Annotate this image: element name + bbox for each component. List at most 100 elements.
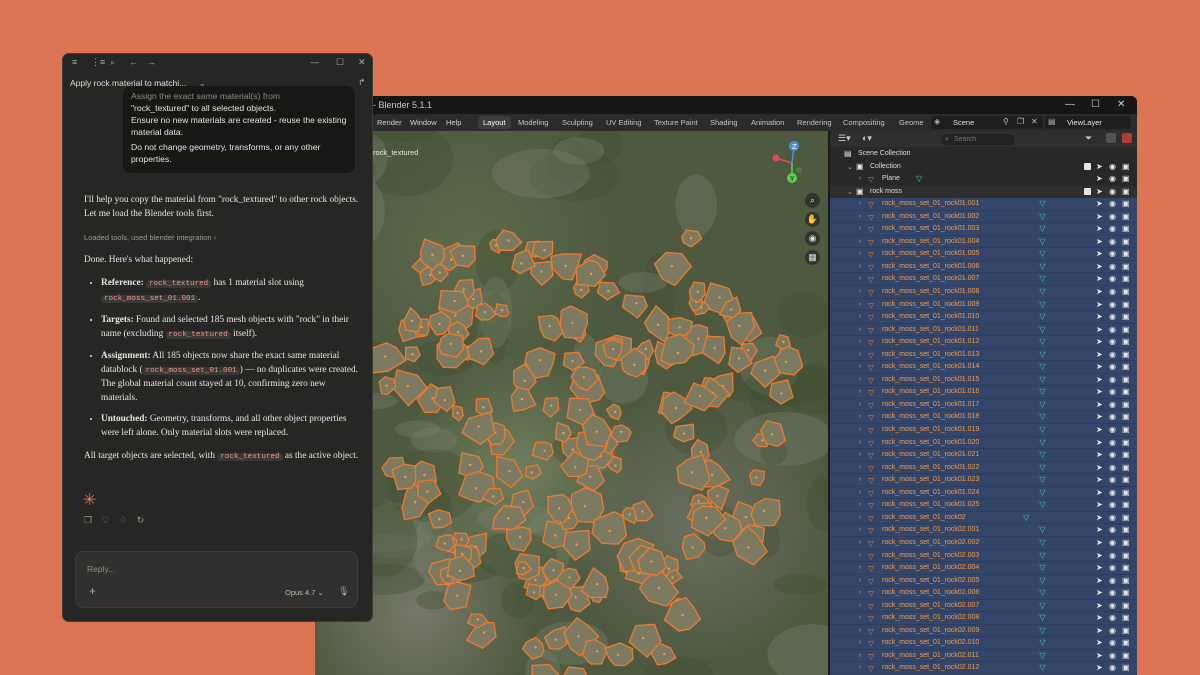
render-camera-icon[interactable]: ▣ <box>1122 212 1130 221</box>
visibility-eye-icon[interactable]: ◉ <box>1109 224 1116 233</box>
exclude-checkbox[interactable] <box>1084 162 1091 170</box>
render-camera-icon[interactable]: ▣ <box>1122 425 1130 434</box>
outliner-object-row[interactable]: › ▽ rock_moss_set_01_rock01.009 ▽ ➤ ◉ ▣ <box>830 298 1137 312</box>
render-camera-icon[interactable]: ▣ <box>1122 463 1130 472</box>
chevron-right-icon[interactable]: › <box>859 552 861 559</box>
select-arrow-icon[interactable]: ➤ <box>1096 601 1103 610</box>
tools-summary[interactable]: Loaded tools, used blender integration › <box>84 231 364 245</box>
outliner-search-input[interactable]: ⌕ Search <box>941 134 1015 145</box>
visibility-eye-icon[interactable]: ◉ <box>1109 438 1116 447</box>
outliner-object-row[interactable]: › ▽ rock_moss_set_01_rock01.012 ▽ ➤ ◉ ▣ <box>830 336 1137 349</box>
selected-rock[interactable] <box>621 294 649 319</box>
chevron-down-icon[interactable]: ⌄ <box>847 188 853 196</box>
outliner-object-row[interactable]: › ▽ rock_moss_set_01_rock01.003 ▽ ➤ ◉ ▣ <box>830 223 1137 236</box>
select-arrow-icon[interactable]: ➤ <box>1096 274 1103 283</box>
render-camera-icon[interactable]: ▣ <box>1122 187 1130 196</box>
outliner-collection[interactable]: ⌄ ▣ Collection ➤ ◉ ▣ <box>830 161 1137 174</box>
chevron-right-icon[interactable]: › <box>859 263 861 270</box>
selected-rock[interactable] <box>570 486 605 524</box>
chevron-right-icon[interactable]: › <box>859 313 861 320</box>
visibility-eye-icon[interactable]: ◉ <box>1109 325 1116 334</box>
chevron-right-icon[interactable]: › <box>859 376 861 383</box>
selected-rock[interactable] <box>510 386 537 413</box>
chevron-right-icon[interactable]: › <box>859 501 861 508</box>
visibility-eye-icon[interactable]: ◉ <box>1109 463 1116 472</box>
tab-layout[interactable]: Layout <box>478 116 511 129</box>
chevron-right-icon[interactable]: › <box>859 639 861 646</box>
reply-input[interactable]: Reply... + Opus 4.7 ⌄ 🎙 <box>75 551 358 608</box>
chevron-right-icon[interactable]: › <box>859 476 861 483</box>
menu-help[interactable]: Help <box>446 118 461 127</box>
outliner-object-row[interactable]: › ▽ rock_moss_set_01_rock01.020 ▽ ➤ ◉ ▣ <box>830 436 1137 450</box>
back-arrow-icon[interactable]: ← <box>129 57 138 67</box>
select-arrow-icon[interactable]: ➤ <box>1096 387 1103 396</box>
minimize-icon[interactable]: — <box>1065 99 1075 110</box>
chevron-right-icon[interactable]: › <box>859 464 861 471</box>
selected-rock[interactable] <box>580 566 609 599</box>
remove-icon[interactable]: ✕ <box>1031 117 1038 126</box>
render-camera-icon[interactable]: ▣ <box>1122 262 1130 271</box>
render-camera-icon[interactable]: ▣ <box>1122 438 1130 447</box>
select-arrow-icon[interactable]: ➤ <box>1096 488 1103 497</box>
chevron-right-icon[interactable]: › <box>859 338 861 345</box>
outliner-object-row[interactable]: › ▽ rock_moss_set_01_rock01.022 ▽ ➤ ◉ ▣ <box>830 461 1137 475</box>
minimize-icon[interactable]: — <box>310 57 319 67</box>
selected-rock[interactable] <box>403 306 423 333</box>
select-arrow-icon[interactable]: ➤ <box>1096 525 1103 534</box>
chevron-right-icon[interactable]: › <box>859 439 861 446</box>
outliner-object-row[interactable]: › ▽ rock_moss_set_01_rock02.001 ▽ ➤ ◉ ▣ <box>830 524 1137 537</box>
maximize-icon[interactable]: ☐ <box>1091 99 1100 110</box>
chevron-right-icon[interactable]: › <box>859 301 861 308</box>
selected-rock[interactable] <box>559 305 589 339</box>
render-camera-icon[interactable]: ▣ <box>1122 249 1130 258</box>
visibility-eye-icon[interactable]: ◉ <box>1109 450 1116 459</box>
render-camera-icon[interactable]: ▣ <box>1122 174 1130 183</box>
select-arrow-icon[interactable]: ➤ <box>1096 463 1103 472</box>
tab-sculpting[interactable]: Sculpting <box>557 116 598 129</box>
render-camera-icon[interactable]: ▣ <box>1122 350 1130 359</box>
selected-rock[interactable] <box>676 453 711 491</box>
share-icon[interactable]: ↱ <box>358 77 366 88</box>
outliner-object-row[interactable]: › ▽ rock_moss_set_01_rock01.005 ▽ ➤ ◉ ▣ <box>830 248 1137 261</box>
render-camera-icon[interactable]: ▣ <box>1122 601 1130 610</box>
outliner-object-row[interactable]: › ▽ rock_moss_set_01_rock02.007 ▽ ➤ ◉ ▣ <box>830 599 1137 613</box>
navigation-gizmo[interactable]: Z Y <box>772 138 812 188</box>
visibility-eye-icon[interactable]: ◉ <box>1109 588 1116 597</box>
selected-rock[interactable] <box>605 403 622 421</box>
render-camera-icon[interactable]: ▣ <box>1122 613 1130 622</box>
outliner-object-row[interactable]: › ▽ rock_moss_set_01_rock01.024 ▽ ➤ ◉ ▣ <box>830 486 1137 500</box>
outliner-object-row[interactable]: › ▽ rock_moss_set_01_rock01.014 ▽ ➤ ◉ ▣ <box>830 361 1137 374</box>
outliner-object-row[interactable]: › ▽ rock_moss_set_01_rock02.012 ▽ ➤ ◉ ▣ <box>830 662 1137 675</box>
visibility-eye-icon[interactable]: ◉ <box>1109 362 1116 371</box>
selected-rock[interactable] <box>701 335 726 365</box>
select-arrow-icon[interactable]: ➤ <box>1096 312 1103 321</box>
chevron-right-icon[interactable]: › <box>859 175 861 182</box>
select-arrow-icon[interactable]: ➤ <box>1096 551 1103 560</box>
visibility-eye-icon[interactable]: ◉ <box>1109 601 1116 610</box>
render-camera-icon[interactable]: ▣ <box>1122 274 1130 283</box>
editor-type-icon[interactable]: ☰▾ <box>838 133 851 144</box>
tab-rendering[interactable]: Rendering <box>792 116 837 129</box>
selected-rock[interactable] <box>531 441 554 461</box>
chevron-right-icon[interactable]: › <box>859 614 861 621</box>
tab-geometry[interactable]: Geome <box>894 116 929 129</box>
outliner-object-row[interactable]: › ▽ rock_moss_set_01_rock02.011 ▽ ➤ ◉ ▣ <box>830 649 1137 663</box>
select-arrow-icon[interactable]: ➤ <box>1096 174 1103 183</box>
selected-rock[interactable] <box>558 666 592 675</box>
outliner-object-row[interactable]: › ▽ rock_moss_set_01_rock01.017 ▽ ➤ ◉ ▣ <box>830 398 1137 412</box>
select-arrow-icon[interactable]: ➤ <box>1096 651 1103 660</box>
visibility-eye-icon[interactable]: ◉ <box>1109 337 1116 346</box>
chevron-right-icon[interactable]: › <box>859 225 861 232</box>
visibility-eye-icon[interactable]: ◉ <box>1109 300 1116 309</box>
select-arrow-icon[interactable]: ➤ <box>1096 337 1103 346</box>
visibility-eye-icon[interactable]: ◉ <box>1109 525 1116 534</box>
outliner-object-row[interactable]: › ▽ rock_moss_set_01_rock01.001 ▽ ➤ ◉ ▣ <box>830 198 1137 211</box>
render-camera-icon[interactable]: ▣ <box>1122 588 1130 597</box>
forward-arrow-icon[interactable]: → <box>147 57 156 67</box>
render-camera-icon[interactable]: ▣ <box>1122 576 1130 585</box>
selected-rock[interactable] <box>438 332 464 358</box>
render-camera-icon[interactable]: ▣ <box>1122 551 1130 560</box>
select-arrow-icon[interactable]: ➤ <box>1096 375 1103 384</box>
render-camera-icon[interactable]: ▣ <box>1122 475 1130 484</box>
render-camera-icon[interactable]: ▣ <box>1122 237 1130 246</box>
